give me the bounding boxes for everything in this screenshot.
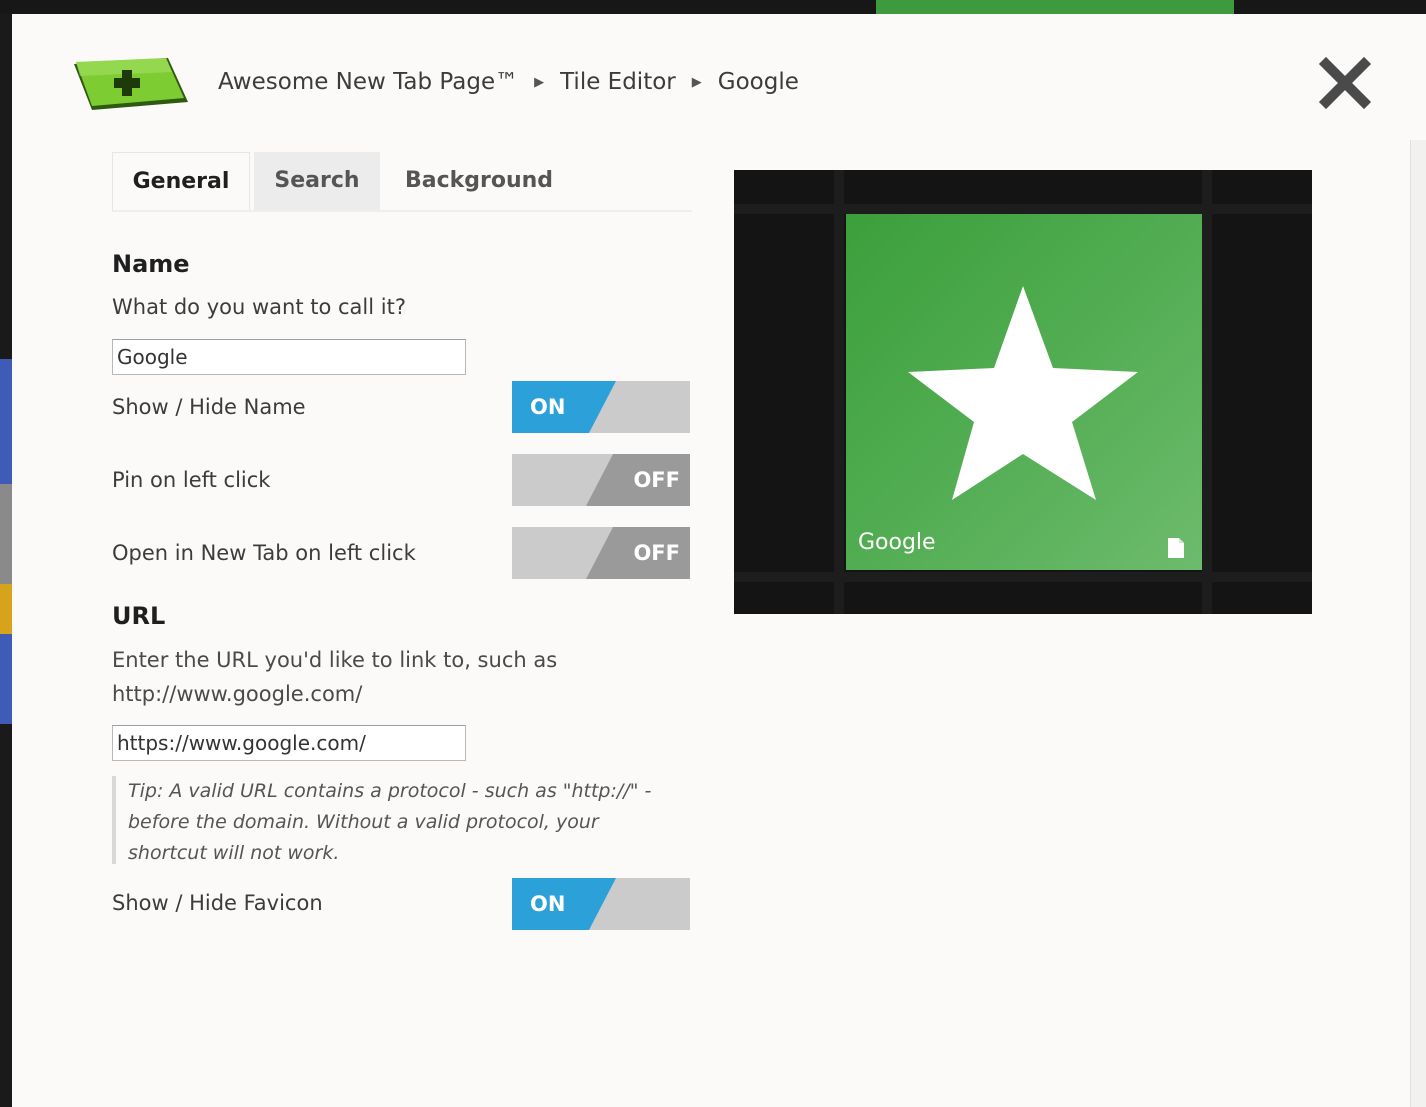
close-icon <box>1318 56 1372 110</box>
name-prompt: What do you want to call it? <box>112 295 406 319</box>
tab-background[interactable]: Background <box>384 152 574 210</box>
pin-left-click-label: Pin on left click <box>112 468 271 492</box>
url-section-title: URL <box>112 602 166 630</box>
pin-left-click-toggle[interactable]: OFF <box>512 454 690 506</box>
toggle-state-label: OFF <box>633 541 680 565</box>
open-new-tab-label: Open in New Tab on left click <box>112 541 416 565</box>
background-left-edge <box>0 14 12 1107</box>
url-input[interactable] <box>112 725 466 761</box>
background-stripe <box>0 584 12 634</box>
breadcrumb-item-app[interactable]: Awesome New Tab Page™ <box>218 69 518 95</box>
show-hide-name-toggle[interactable]: ON <box>512 381 690 433</box>
toggle-state-label: ON <box>530 395 566 419</box>
close-button[interactable] <box>1318 56 1372 110</box>
app-logo-icon <box>72 56 190 112</box>
url-tip-line: shortcut will not work. <box>128 842 340 864</box>
url-tip-line: Tip: A valid URL contains a protocol - s… <box>128 780 652 802</box>
breadcrumb-item-current: Google <box>717 69 799 95</box>
preview-grid-line <box>834 170 844 614</box>
tile-preview[interactable]: Google <box>846 214 1202 570</box>
show-hide-favicon-toggle[interactable]: ON <box>512 878 690 930</box>
background-top-bar <box>0 0 1426 14</box>
preview-grid-line <box>734 204 1312 214</box>
background-stripe <box>0 359 12 484</box>
tab-search[interactable]: Search <box>254 152 380 210</box>
tab-general[interactable]: General <box>112 152 250 210</box>
breadcrumb-separator-icon: ▶ <box>534 74 545 90</box>
show-hide-favicon-label: Show / Hide Favicon <box>112 891 323 915</box>
tab-bar: General Search Background <box>112 152 692 212</box>
document-icon <box>1168 538 1184 558</box>
url-tip-line: before the domain. Without a valid proto… <box>128 811 599 833</box>
url-prompt-line1: Enter the URL you'd like to link to, suc… <box>112 648 558 672</box>
background-stripe <box>0 484 12 584</box>
background-green-block <box>876 0 1234 14</box>
toggle-state-label: OFF <box>633 468 680 492</box>
name-input[interactable] <box>112 339 466 375</box>
preview-grid-line <box>1202 170 1212 614</box>
name-section-title: Name <box>112 250 190 278</box>
breadcrumb-separator-icon: ▶ <box>691 74 702 90</box>
url-prompt-line2: http://www.google.com/ <box>112 682 363 706</box>
star-icon <box>908 286 1138 500</box>
url-tip: Tip: A valid URL contains a protocol - s… <box>112 776 692 864</box>
toggle-state-label: ON <box>530 892 566 916</box>
modal-scroll-edge <box>1410 140 1426 1107</box>
show-hide-name-label: Show / Hide Name <box>112 395 306 419</box>
background-stripe <box>0 634 12 724</box>
preview-grid-line <box>734 572 1312 582</box>
breadcrumb: Awesome New Tab Page™ ▶ Tile Editor ▶ Go… <box>218 64 799 100</box>
open-new-tab-toggle[interactable]: OFF <box>512 527 690 579</box>
tile-name-label: Google <box>858 530 936 555</box>
breadcrumb-item-tile-editor[interactable]: Tile Editor <box>560 69 676 95</box>
